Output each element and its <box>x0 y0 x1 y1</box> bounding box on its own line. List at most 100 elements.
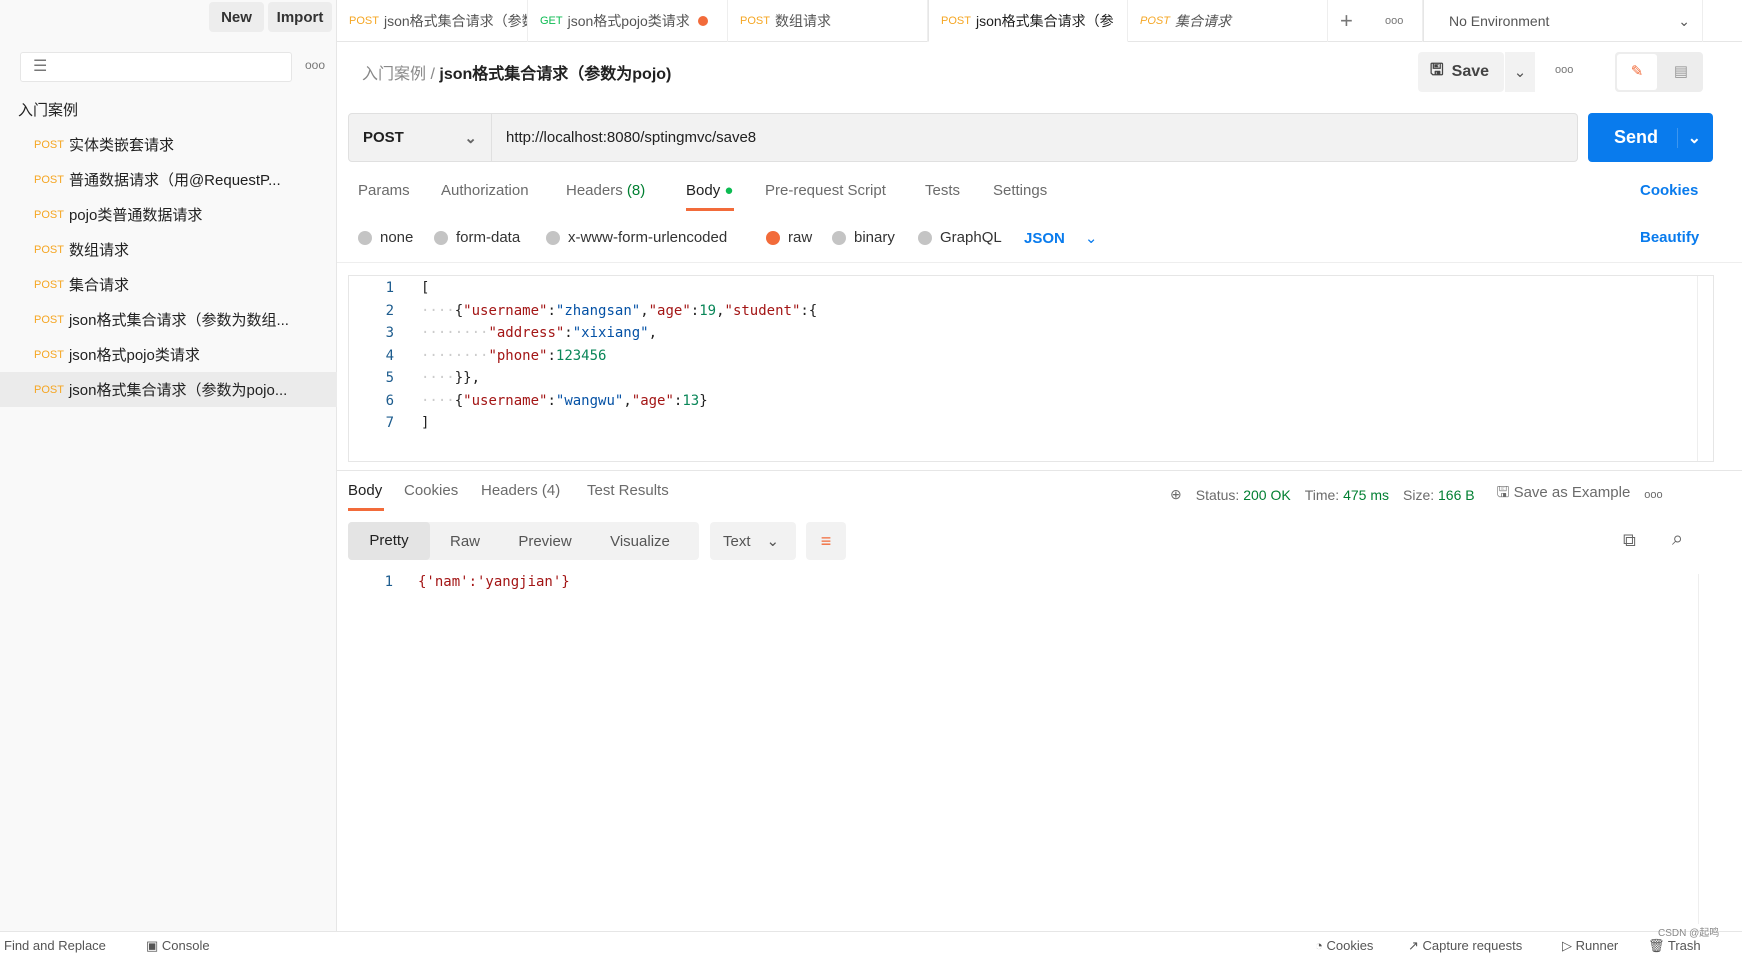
capture-requests-button[interactable]: ↗ Capture requests <box>1408 938 1522 954</box>
tab[interactable]: GET json格式pojo类请求 <box>528 0 728 42</box>
radio-urlencoded[interactable]: x-www-form-urlencoded <box>546 229 727 246</box>
view-visualize[interactable]: Visualize <box>590 533 690 550</box>
response-body[interactable]: 1 {'nam':'yangjian'} <box>348 574 1714 924</box>
search-icon[interactable]: ⌕ <box>1672 528 1683 551</box>
code-line: ····{"username":"zhangsan","age":19,"stu… <box>421 303 818 319</box>
line-number: 1 <box>384 574 393 590</box>
wrap-lines-icon[interactable]: ≡ <box>806 522 846 560</box>
sidebar: New Import ☰ ooo 入门案例 POST 实体类嵌套请求 POST 普通数… <box>0 0 337 931</box>
more-icon[interactable]: ooo <box>305 58 325 72</box>
sidebar-request-item[interactable]: POST 数组请求 <box>0 232 337 267</box>
view-pretty[interactable]: Pretty <box>348 522 430 560</box>
folder-item[interactable]: 入门案例 <box>0 92 337 127</box>
new-button[interactable]: New <box>209 2 264 32</box>
format-select[interactable]: JSON ⌄ <box>1024 229 1097 248</box>
response-scrollbar[interactable] <box>1698 574 1714 924</box>
request-label: 实体类嵌套请求 <box>68 137 174 154</box>
url-input[interactable]: http://localhost:8080/sptingmvc/save8 <box>492 113 1578 162</box>
sidebar-request-item[interactable]: POST pojo类普通数据请求 <box>0 197 337 232</box>
method-badge: POST <box>34 348 64 361</box>
radio-none[interactable]: none <box>358 229 413 246</box>
sidebar-request-item[interactable]: POST json格式集合请求（参数为数组... <box>0 302 337 337</box>
code-line: [ <box>421 280 430 296</box>
code-line: ] <box>421 415 430 431</box>
environment-select[interactable]: No Environment ⌄ <box>1423 0 1703 42</box>
chevron-down-icon: ⌄ <box>464 129 477 147</box>
save-dropdown[interactable]: ⌄ <box>1505 52 1535 92</box>
request-label: json格式pojo类请求 <box>68 347 200 364</box>
response-tab-test-results[interactable]: Test Results <box>587 482 669 499</box>
watermark: CSDN @起鸣 <box>1658 928 1720 939</box>
line-number: 3 <box>385 325 394 341</box>
body-editor[interactable]: 1 2 3 4 5 6 7 [ ····{"username":"zhangsan","ag… <box>348 275 1714 462</box>
tab-active[interactable]: POST json格式集合请求（参 <box>928 0 1128 42</box>
active-tab-underline <box>348 508 384 511</box>
request-label: 数组请求 <box>68 242 129 259</box>
sidebar-request-item[interactable]: POST 集合请求 <box>0 267 337 302</box>
response-format-select[interactable]: Text ⌄ <box>710 522 796 560</box>
sidebar-request-item[interactable]: POST 普通数据请求（用@RequestP... <box>0 162 337 197</box>
sidebar-request-item[interactable]: POST 实体类嵌套请求 <box>0 127 337 162</box>
method-badge: POST <box>34 243 64 256</box>
view-raw[interactable]: Raw <box>430 533 500 550</box>
divider <box>337 262 1742 263</box>
sidebar-request-item[interactable]: POST json格式集合请求（参数为pojo... <box>0 372 337 407</box>
save-icon: 🖫 <box>1430 61 1444 79</box>
breadcrumb: 入门案例 / json格式集合请求（参数为pojo) <box>362 60 671 84</box>
method-badge: POST <box>34 138 64 151</box>
method-badge: POST <box>34 383 64 396</box>
method-badge: POST <box>34 313 64 326</box>
tab-tests[interactable]: Tests <box>925 182 960 199</box>
send-button[interactable]: Send ⌄ <box>1588 113 1713 162</box>
sidebar-request-item[interactable]: POST json格式pojo类请求 <box>0 337 337 372</box>
response-tab-headers[interactable]: Headers (4) <box>481 482 560 499</box>
tab-headers[interactable]: Headers (8) <box>566 182 645 199</box>
send-label: Send <box>1614 127 1659 147</box>
save-button[interactable]: 🖫 Save <box>1418 52 1504 92</box>
size: Size: 166 B <box>1403 486 1475 503</box>
beautify-button[interactable]: Beautify <box>1640 229 1699 246</box>
time: Time: 475 ms <box>1304 486 1389 503</box>
tab[interactable]: POST 集合请求 <box>1128 0 1328 42</box>
more-icon[interactable]: ooo <box>1555 64 1573 76</box>
edit-pencil-icon[interactable]: ✎ <box>1617 54 1657 90</box>
send-dropdown-icon[interactable]: ⌄ <box>1676 127 1701 148</box>
save-as-example-button[interactable]: 🖫 Save as Example <box>1497 482 1631 507</box>
line-number: 5 <box>385 370 394 386</box>
copy-icon[interactable]: ⧉ <box>1623 530 1636 551</box>
tab-pre-request-script[interactable]: Pre-request Script <box>765 182 886 199</box>
more-icon[interactable]: ooo <box>1373 0 1423 42</box>
cookies-link[interactable]: Cookies <box>1640 182 1698 199</box>
tab[interactable]: POST json格式集合请求（参数 <box>337 0 528 42</box>
unsaved-dot <box>697 16 708 26</box>
radio-binary[interactable]: binary <box>832 229 895 246</box>
breadcrumb-sep: / <box>430 66 435 83</box>
response-tab-body[interactable]: Body <box>348 482 382 499</box>
tab-params[interactable]: Params <box>358 182 410 199</box>
tab-authorization[interactable]: Authorization <box>441 182 529 199</box>
save-label: Save <box>1451 63 1490 80</box>
radio-raw[interactable]: raw <box>766 229 812 246</box>
line-number: 4 <box>385 347 394 364</box>
method-select[interactable]: POST ⌄ <box>348 113 492 162</box>
import-button[interactable]: Import <box>268 2 332 32</box>
runner-button[interactable]: ▷ Runner <box>1562 938 1618 954</box>
comment-icon[interactable]: ▤ <box>1661 54 1701 90</box>
new-tab-icon[interactable]: + <box>1328 0 1373 42</box>
trash-button[interactable]: 🗑 Trash <box>1648 938 1701 954</box>
response-tab-cookies[interactable]: Cookies <box>404 482 458 499</box>
more-icon[interactable]: ooo <box>1644 489 1662 501</box>
radio-form-data[interactable]: form-data <box>434 229 520 246</box>
filter-input[interactable]: ☰ <box>20 52 292 82</box>
folder-label: 入门案例 <box>18 102 79 119</box>
editor-scrollbar[interactable] <box>1697 276 1713 461</box>
code-line: ········"address":"xixiang", <box>421 325 658 341</box>
tab-body[interactable]: Body ● <box>686 182 733 199</box>
console-button[interactable]: ▣ Console <box>146 938 210 954</box>
radio-graphql[interactable]: GraphQL <box>918 229 1002 246</box>
tab[interactable]: POST 数组请求 <box>728 0 928 42</box>
breadcrumb-folder[interactable]: 入门案例 <box>362 66 426 83</box>
view-preview[interactable]: Preview <box>500 533 590 550</box>
tab-settings[interactable]: Settings <box>993 182 1047 199</box>
response-meta: ⊕ Status: 200 OK Time: 475 ms Size: 166 … <box>1170 482 1663 507</box>
